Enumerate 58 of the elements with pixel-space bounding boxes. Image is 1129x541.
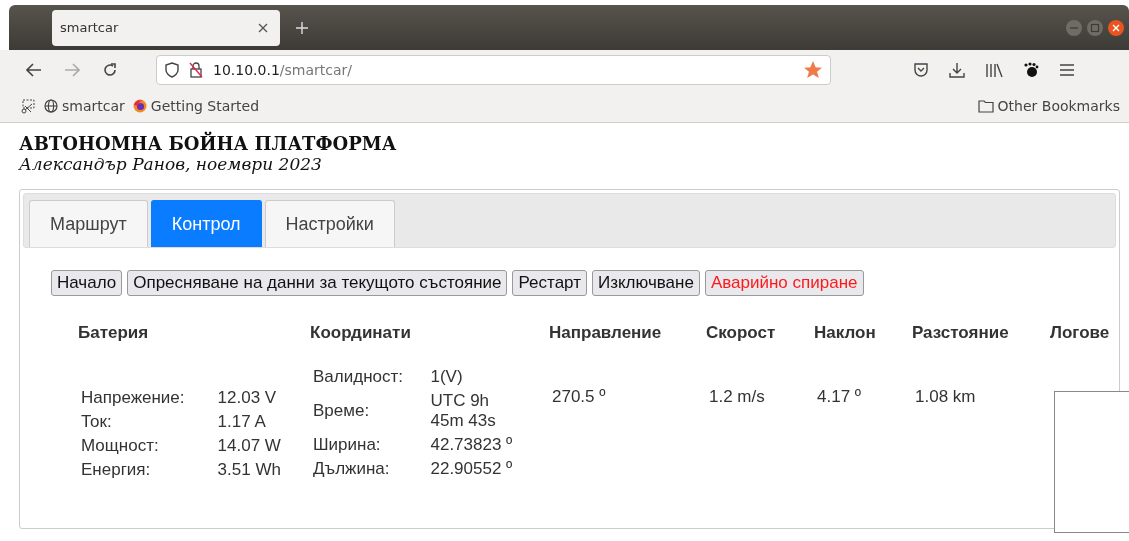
back-icon[interactable] (26, 63, 42, 77)
column-header: Логове (1050, 323, 1111, 344)
close-icon[interactable] (1107, 18, 1125, 37)
action-button[interactable]: Рестарт (512, 270, 587, 296)
column-header: Разстояние (912, 323, 1010, 344)
field-value: 42.73823 º (430, 435, 514, 455)
column-header: Наклон (814, 323, 877, 344)
bookmark-link[interactable]: smartcar (62, 98, 125, 114)
bookmark-link[interactable]: Other Bookmarks (997, 98, 1120, 114)
reload-icon[interactable] (102, 62, 118, 78)
action-button[interactable]: Изключване (591, 270, 700, 296)
star-icon[interactable] (804, 61, 822, 79)
column-header: Батерия (78, 323, 150, 344)
screenshot-icon[interactable] (20, 98, 36, 114)
field-value: 270.5 º (551, 386, 607, 408)
address-bar[interactable]: 10.10.0.1/smartcar/ (156, 55, 831, 85)
field-label: Време: (313, 401, 371, 421)
bookmark-link[interactable]: Getting Started (150, 98, 260, 114)
page-title: АВТОНОМНА БОЙНА ПЛАТФОРМА (19, 133, 398, 154)
column-header: Координати (310, 323, 412, 344)
browser-logo-icon (132, 99, 147, 113)
library-icon[interactable] (985, 62, 1003, 78)
tab[interactable]: Настройки (264, 200, 395, 247)
tab[interactable]: Контрол (150, 200, 262, 247)
field-label: Ток: (81, 412, 113, 432)
globe-icon (44, 99, 58, 113)
field-value: 1.17 A (217, 412, 267, 432)
new-tab-icon[interactable] (296, 21, 308, 34)
footprint-icon[interactable] (1023, 62, 1039, 78)
field-value: 3.51 Wh (217, 460, 282, 480)
field-label: Напрежение: (81, 388, 186, 408)
close-icon[interactable] (258, 22, 268, 33)
tab[interactable]: Маршрут (29, 200, 148, 247)
field-value: 1.08 km (914, 386, 977, 408)
insecure-lock-icon[interactable] (189, 62, 203, 78)
field-label: Дължина: (313, 459, 391, 479)
pocket-icon[interactable] (913, 62, 929, 78)
field-value: UTC 9h 45m 43s (430, 391, 497, 431)
action-button[interactable]: Начало (51, 270, 123, 296)
menu-icon[interactable] (1059, 63, 1075, 77)
column-header: Направление (549, 323, 663, 344)
folder-icon (977, 99, 994, 113)
field-value: 1.2 m/s (708, 386, 766, 408)
field-value: 1(V) (430, 367, 464, 387)
field-label: Ширина: (313, 435, 382, 455)
field-label: Мощност: (81, 436, 160, 456)
field-value: 12.03 V (217, 388, 278, 408)
download-icon[interactable] (949, 62, 965, 78)
field-value: 22.90552 º (430, 459, 514, 479)
field-value: 14.07 W (217, 436, 282, 456)
field-label: Валидност: (313, 367, 404, 387)
browser-tab[interactable]: smartcar (52, 9, 280, 46)
shield-icon[interactable] (165, 62, 179, 78)
page-subtitle: Александър Ранов, ноември 2023 (19, 154, 323, 174)
field-label: Енергия: (81, 460, 152, 480)
column-header: Скорост (706, 323, 777, 344)
field-value: 4.17 º (816, 386, 863, 408)
action-button[interactable]: Опресняване на данни за текущото състояние (127, 270, 508, 296)
